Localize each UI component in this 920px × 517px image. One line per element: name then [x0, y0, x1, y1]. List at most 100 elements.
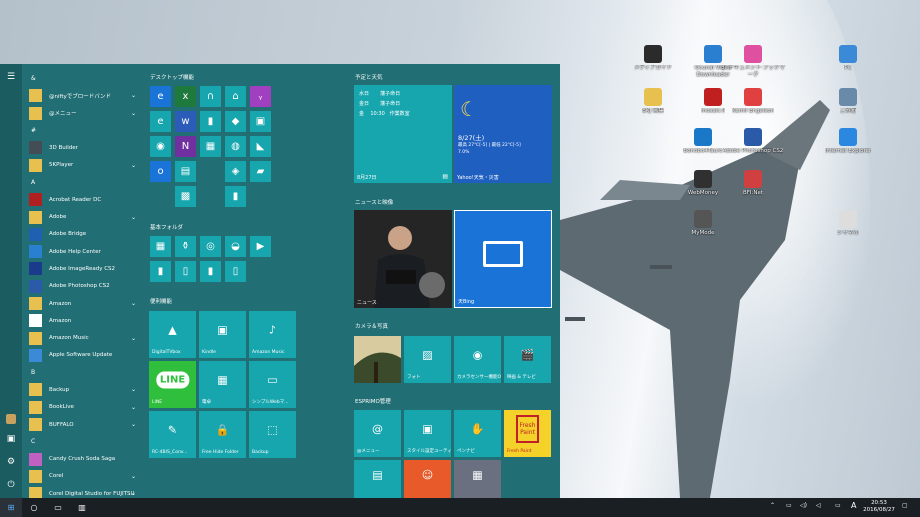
app-list-item[interactable]: Adobe ⌄ — [24, 208, 142, 225]
desktop-icon[interactable]: Kamil Engelson — [720, 88, 786, 128]
small-tile[interactable]: ◣ — [250, 136, 271, 157]
app-list-item[interactable]: Apple Software Update — [24, 347, 142, 364]
explorer-icon[interactable]: ▣ — [6, 434, 16, 444]
tray-chevron-icon[interactable]: ⌃ — [770, 502, 775, 509]
start-button[interactable]: ⊞ — [0, 498, 22, 517]
camera-photo-tile[interactable] — [354, 336, 401, 383]
small-tile[interactable]: ▶ — [250, 236, 271, 257]
small-tile[interactable]: ▣ — [250, 111, 271, 132]
app-list-item[interactable]: Amazon Music ⌄ — [24, 329, 142, 346]
app-list-item[interactable]: Acrobat Reader DC — [24, 191, 142, 208]
medium-tile[interactable]: ▣ Kindle — [199, 311, 246, 358]
small-tile[interactable]: ◉ — [150, 136, 171, 157]
small-tile[interactable]: ◆ — [225, 111, 246, 132]
small-tile[interactable]: w — [175, 111, 196, 132]
small-tile[interactable]: ▩ — [175, 186, 196, 207]
small-tile[interactable]: N — [175, 136, 196, 157]
small-tile[interactable]: ▯ — [175, 261, 196, 282]
desktop-icon[interactable]: PC — [815, 45, 881, 85]
power-icon[interactable]: ⏻ — [6, 480, 16, 490]
network-icon[interactable]: ▭ — [786, 502, 792, 509]
small-tile[interactable]: ◎ — [200, 236, 221, 257]
weather-tile[interactable]: ☾ 8/27(土) 最高 27℃[-5] | 最低 22℃[-5] 7.0% Y… — [454, 85, 552, 183]
task-view-icon[interactable]: ▭ — [48, 498, 68, 517]
medium-tile[interactable]: ⬚ Backup — [249, 411, 296, 458]
small-tile[interactable]: ◍ — [225, 136, 246, 157]
medium-tile[interactable]: ▭ シンプルWebマ... — [249, 361, 296, 408]
schedule-tile[interactable]: 水日 藩子命日 金日 藩子命日 金 10:30 作業数室 8月27日 ▤ — [354, 85, 452, 183]
partial-tile[interactable]: ☺ — [404, 460, 451, 498]
app-list-item[interactable]: BookLive ⌄ — [24, 399, 142, 416]
medium-tile[interactable]: ✎ RC-4BIS_Conv... — [149, 411, 196, 458]
bing-tile[interactable]: 天Bing — [454, 210, 552, 308]
small-tile[interactable]: ▤ — [175, 161, 196, 182]
app-list-letter[interactable]: & — [24, 70, 142, 87]
small-tile[interactable]: x — [175, 86, 196, 107]
app-list-item[interactable]: @niftyでブロードバンド ⌄ — [24, 87, 142, 104]
notification-icon[interactable]: ▢ — [902, 502, 908, 509]
medium-tile[interactable]: ◉ カメラセンサー機能ON／OFFラ... — [454, 336, 501, 383]
partial-tile[interactable]: ▤ — [354, 460, 401, 498]
small-tile[interactable]: ∩ — [200, 86, 221, 107]
partial-tile[interactable]: ▦ — [454, 460, 501, 498]
medium-tile[interactable]: ▨ フォト — [404, 336, 451, 383]
medium-tile[interactable]: ▣ スタイル設定ユーティリティ — [404, 410, 451, 457]
medium-tile[interactable]: @ @メニュー — [354, 410, 401, 457]
hamburger-icon[interactable]: ☰ — [6, 72, 16, 82]
small-tile[interactable]: ▮ — [225, 186, 246, 207]
medium-tile[interactable]: ✋ ペンナビ — [454, 410, 501, 457]
app-list-letter[interactable]: # — [24, 122, 142, 139]
small-tile[interactable]: ▯ — [225, 261, 246, 282]
small-tile[interactable]: ▦ — [150, 236, 171, 257]
app-list-letter[interactable]: A — [24, 174, 142, 191]
app-list-item[interactable]: Backup ⌄ — [24, 381, 142, 398]
app-list-item[interactable]: @メニュー ⌄ — [24, 105, 142, 122]
desktop-icon[interactable]: BFI:Net — [720, 170, 786, 210]
settings-icon[interactable]: ⚙ — [6, 457, 16, 467]
small-tile[interactable]: ◒ — [225, 236, 246, 257]
small-tile[interactable]: ⚱ — [175, 236, 196, 257]
keyboard-icon[interactable]: ▭ — [835, 502, 841, 509]
cortana-icon[interactable]: ○ — [24, 498, 44, 517]
medium-tile[interactable]: 🎬 映画 & テレビ — [504, 336, 551, 383]
medium-tile[interactable]: ▲ DigitalTVbox — [149, 311, 196, 358]
app-list-item[interactable]: 3D Builder — [24, 139, 142, 156]
small-tile[interactable]: ▮ — [150, 261, 171, 282]
medium-tile[interactable]: ♪ Amazon Music — [249, 311, 296, 358]
desktop-icon[interactable]: Internet Explorer — [815, 128, 881, 168]
volume-icon[interactable]: ◁) — [800, 502, 807, 509]
medium-tile[interactable]: ▦ 電卓 — [199, 361, 246, 408]
user-avatar[interactable] — [6, 414, 16, 424]
app-list-item[interactable]: Amazon ⌄ — [24, 295, 142, 312]
small-tile[interactable]: ▰ — [250, 161, 271, 182]
app-list-item[interactable]: BUFFALO ⌄ — [24, 416, 142, 433]
desktop-icon[interactable]: ごみ箱 — [815, 88, 881, 128]
app-list-item[interactable]: 5KPlayer ⌄ — [24, 156, 142, 173]
small-tile[interactable]: ▦ — [200, 136, 221, 157]
small-tile[interactable]: ᵧ — [250, 86, 271, 107]
app-list-item[interactable]: Adobe Photoshop CS2 — [24, 278, 142, 295]
desktop-icon[interactable]: MyMode — [670, 210, 736, 250]
clock[interactable]: 20:53 2016/08/27 — [862, 500, 896, 514]
small-tile[interactable]: ◈ — [225, 161, 246, 182]
medium-tile[interactable]: 🔒 Free Hide Folder — [199, 411, 246, 458]
app-list-item[interactable]: Candy Crush Soda Saga — [24, 451, 142, 468]
taskbar-app-icon[interactable]: ▥ — [72, 498, 92, 517]
desktop-icon[interactable]: Adobe Photoshop CS2 — [720, 128, 786, 168]
app-list-item[interactable]: Adobe Help Center — [24, 243, 142, 260]
small-tile[interactable]: e — [150, 86, 171, 107]
desktop-icon[interactable]: 3 ·ドキュメント·ブックマーク — [720, 45, 786, 85]
small-tile[interactable]: e — [150, 111, 171, 132]
small-tile[interactable]: ▮ — [200, 261, 221, 282]
app-list-item[interactable]: Adobe ImageReady CS2 — [24, 260, 142, 277]
speaker-icon[interactable]: ◁ — [816, 502, 821, 509]
app-list-item[interactable]: Corel ⌄ — [24, 468, 142, 485]
small-tile[interactable]: ⌂ — [225, 86, 246, 107]
desktop-icon[interactable]: メディアガイド — [620, 45, 686, 85]
app-list-letter[interactable]: C — [24, 433, 142, 450]
app-list-item[interactable]: Adobe Bridge — [24, 226, 142, 243]
small-tile[interactable]: ▮ — [200, 111, 221, 132]
desktop-icon[interactable]: BKJ 画集 — [620, 88, 686, 128]
desktop-icon[interactable]: シャネル — [815, 210, 881, 250]
news-tile[interactable]: ニュース — [354, 210, 452, 308]
